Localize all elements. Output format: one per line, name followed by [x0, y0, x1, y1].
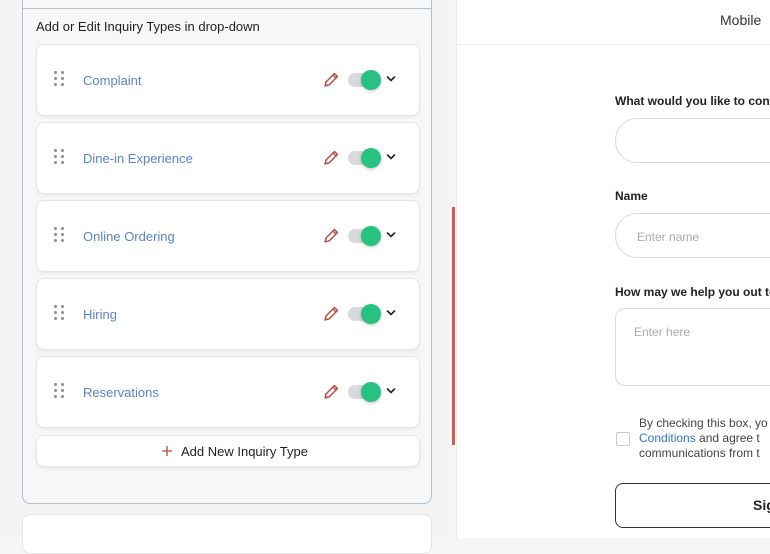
chevron-down-icon[interactable] — [386, 387, 396, 395]
consent-line-2: Conditions and agree t — [639, 431, 768, 446]
section-title: Add or Edit Inquiry Types in drop-down — [36, 19, 260, 34]
consent-line-2-rest: and agree t — [695, 431, 760, 445]
chevron-down-icon[interactable] — [386, 153, 396, 161]
chevron-down-icon[interactable] — [386, 75, 396, 83]
pencil-icon[interactable] — [322, 227, 340, 245]
plus-icon — [162, 446, 172, 456]
drag-handle-icon[interactable] — [54, 383, 66, 399]
help-label: How may we help you out tod — [615, 285, 770, 299]
pencil-icon[interactable] — [322, 71, 340, 89]
scroll-position-marker — [452, 207, 455, 445]
help-textarea[interactable]: Enter here — [615, 308, 770, 386]
enable-toggle[interactable] — [348, 226, 381, 246]
sign-up-button[interactable]: Sig — [615, 483, 770, 528]
consent-text: By checking this box, yo Conditions and … — [639, 416, 768, 461]
enable-toggle[interactable] — [348, 382, 381, 402]
enable-toggle[interactable] — [348, 304, 381, 324]
contact-question-label: What would you like to conta — [615, 94, 770, 108]
inquiry-type-item[interactable]: Hiring — [36, 278, 420, 350]
add-inquiry-type-label: Add New Inquiry Type — [181, 444, 308, 459]
consent-checkbox[interactable] — [616, 432, 630, 446]
pencil-icon[interactable] — [322, 305, 340, 323]
inquiry-type-label[interactable]: Dine-in Experience — [83, 151, 193, 166]
drag-handle-icon[interactable] — [54, 227, 66, 243]
editor-panel: Add or Edit Inquiry Types in drop-down C… — [0, 0, 452, 554]
pencil-icon[interactable] — [322, 149, 340, 167]
inquiry-type-label[interactable]: Hiring — [83, 307, 117, 322]
inquiry-type-label[interactable]: Complaint — [83, 73, 142, 88]
mobile-view-tab[interactable]: Mobile — [720, 12, 761, 28]
toggle-knob — [361, 148, 381, 168]
add-inquiry-type-button[interactable]: Add New Inquiry Type — [36, 435, 420, 467]
next-settings-card[interactable] — [22, 514, 432, 554]
name-label: Name — [615, 189, 648, 203]
form-preview-panel: Mobile What would you like to conta Name… — [456, 0, 770, 538]
contact-reason-select[interactable] — [615, 118, 770, 163]
inquiry-types-card: Add or Edit Inquiry Types in drop-down C… — [22, 0, 432, 504]
preview-topbar: Mobile — [457, 0, 770, 45]
name-placeholder: Enter name — [637, 230, 700, 244]
inquiry-type-item[interactable]: Online Ordering — [36, 200, 420, 272]
drag-handle-icon[interactable] — [54, 149, 66, 165]
card-divider — [23, 8, 431, 9]
sign-up-label: Sig — [753, 497, 770, 513]
help-placeholder: Enter here — [634, 325, 691, 339]
toggle-knob — [361, 70, 381, 90]
inquiry-type-label[interactable]: Online Ordering — [83, 229, 175, 244]
drag-handle-icon[interactable] — [54, 305, 66, 321]
chevron-down-icon[interactable] — [386, 309, 396, 317]
toggle-knob — [361, 304, 381, 324]
inquiry-type-item[interactable]: Dine-in Experience — [36, 122, 420, 194]
toggle-knob — [361, 382, 381, 402]
drag-handle-icon[interactable] — [54, 71, 66, 87]
conditions-link[interactable]: Conditions — [639, 431, 696, 445]
inquiry-type-label[interactable]: Reservations — [83, 385, 159, 400]
consent-line-3: communications from t — [639, 446, 760, 460]
inquiry-type-item[interactable]: Complaint — [36, 44, 420, 116]
toggle-knob — [361, 226, 381, 246]
chevron-down-icon[interactable] — [386, 231, 396, 239]
enable-toggle[interactable] — [348, 148, 381, 168]
name-input[interactable]: Enter name — [615, 213, 770, 258]
inquiry-type-item[interactable]: Reservations — [36, 356, 420, 428]
pencil-icon[interactable] — [322, 383, 340, 401]
consent-line-1: By checking this box, yo — [639, 416, 768, 430]
enable-toggle[interactable] — [348, 70, 381, 90]
